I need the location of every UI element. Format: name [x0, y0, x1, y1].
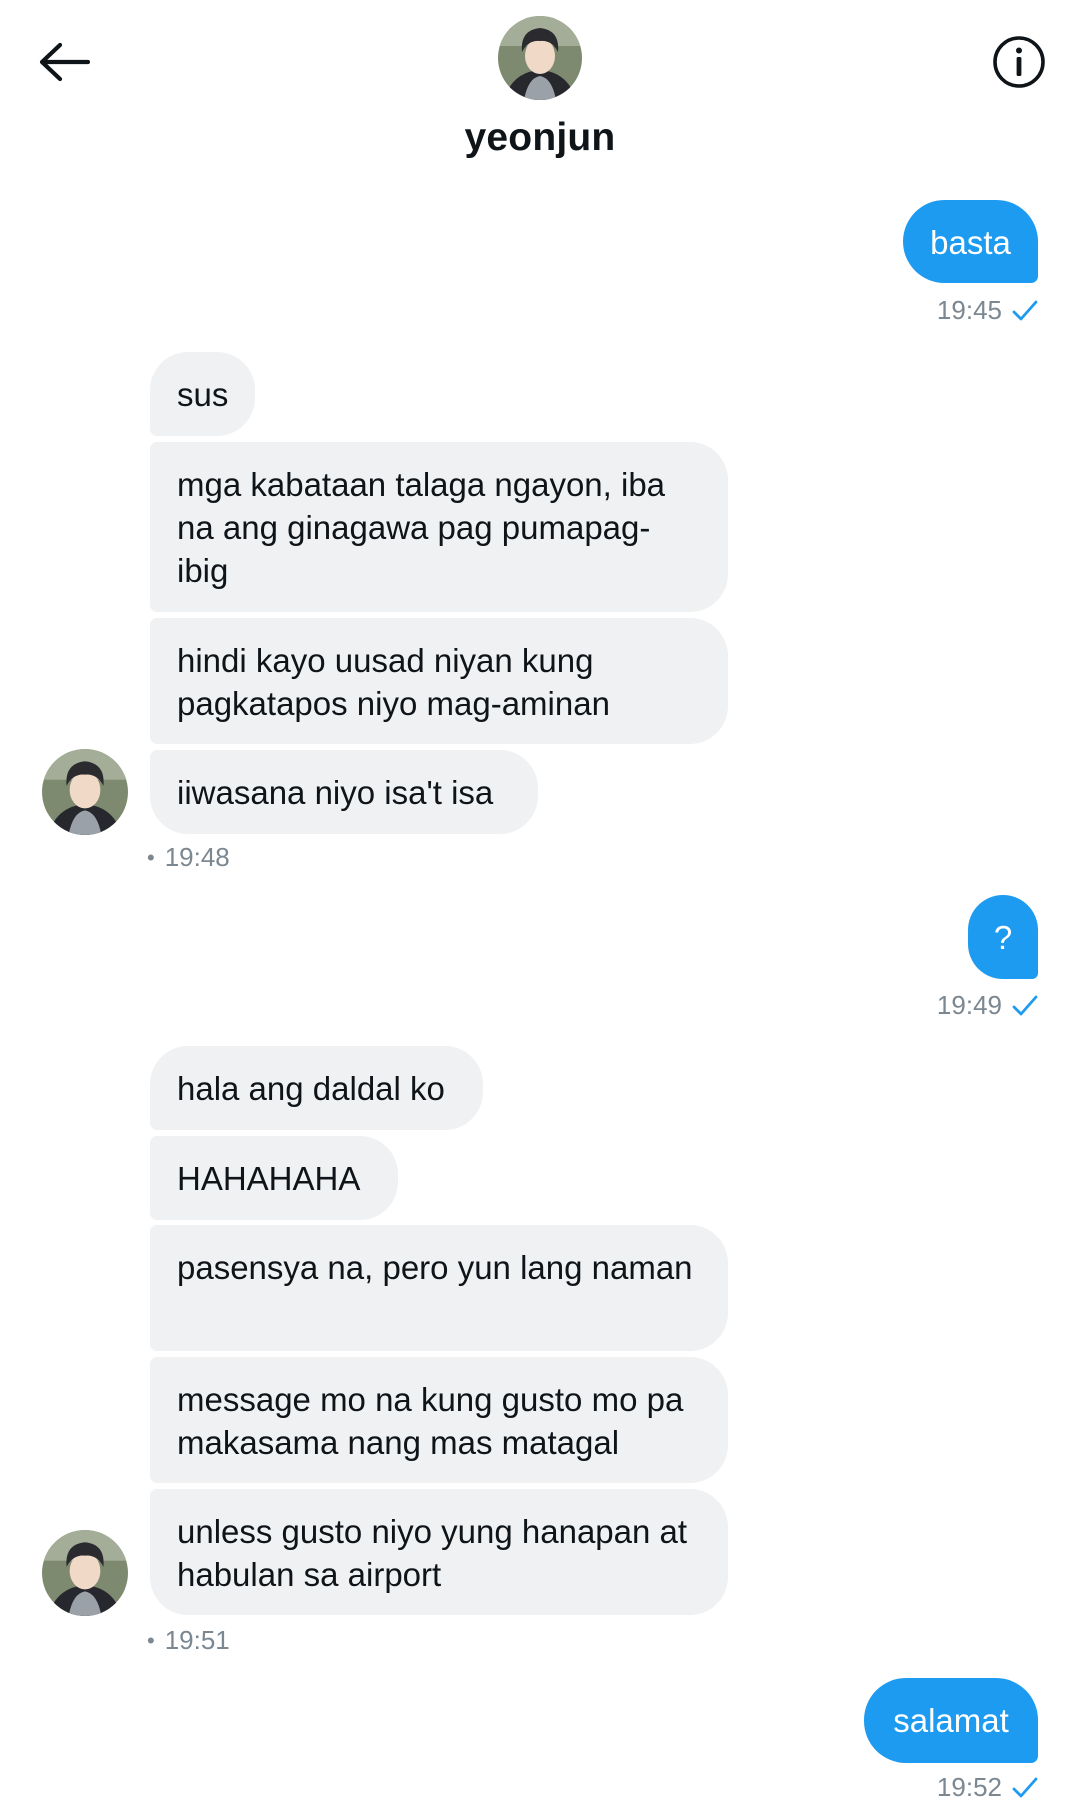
message-timestamp: 19:48 — [164, 842, 230, 872]
incoming-message[interactable]: unless gusto niyo yung hanapan at habula… — [150, 1489, 728, 1615]
message-meta: 19:49 — [937, 990, 1038, 1021]
sent-check-icon — [1012, 300, 1038, 320]
incoming-message[interactable]: message mo na kung gusto mo pa makasama … — [150, 1357, 728, 1483]
incoming-message[interactable]: hindi kayo uusad niyan kung pagkatapos n… — [150, 618, 728, 744]
incoming-message[interactable]: sus — [150, 352, 255, 436]
message-text: iiwasana niyo isa't isa — [177, 774, 494, 811]
message-timestamp: 19:49 — [936, 990, 1002, 1020]
message-meta: • 19:51 — [147, 1625, 230, 1655]
outgoing-message[interactable]: ? — [968, 895, 1038, 979]
message-timestamp: 19:45 — [936, 295, 1002, 325]
sent-check-icon — [1012, 1777, 1038, 1797]
message-thread[interactable]: basta 19:45 sus mga kabataan talaga ngay… — [0, 0, 1080, 1816]
message-text: message mo na kung gusto mo pa makasama … — [177, 1381, 684, 1461]
incoming-message[interactable]: hala ang daldal ko — [150, 1046, 483, 1130]
message-meta: 19:52 — [937, 1772, 1038, 1803]
message-text: salamat — [893, 1702, 1009, 1739]
message-text: hala ang daldal ko — [177, 1070, 445, 1107]
outgoing-message[interactable]: salamat — [864, 1678, 1038, 1763]
message-timestamp: 19:52 — [936, 1772, 1002, 1802]
sender-avatar-image — [42, 1530, 128, 1616]
message-text: ? — [993, 919, 1013, 956]
message-text: sus — [177, 376, 229, 413]
message-meta: 19:45 — [937, 295, 1038, 326]
sender-avatar[interactable] — [42, 749, 128, 835]
message-text: basta — [930, 224, 1011, 261]
message-text: pasensya na, pero yun lang naman — [177, 1249, 693, 1286]
sender-avatar[interactable] — [42, 1530, 128, 1616]
sender-avatar-image — [42, 749, 128, 835]
sent-check-icon — [1012, 995, 1038, 1015]
message-text: hindi kayo uusad niyan kung pagkatapos n… — [177, 642, 610, 722]
outgoing-message[interactable]: basta — [903, 200, 1038, 283]
incoming-message[interactable]: mga kabataan talaga ngayon, iba na ang g… — [150, 442, 728, 612]
message-text: unless gusto niyo yung hanapan at habula… — [177, 1513, 688, 1593]
incoming-message[interactable]: pasensya na, pero yun lang naman — [150, 1225, 728, 1351]
message-meta: • 19:48 — [147, 842, 230, 872]
incoming-message[interactable]: HAHAHAHA — [150, 1136, 398, 1220]
incoming-message[interactable]: iiwasana niyo isa't isa — [150, 750, 538, 834]
message-text: mga kabataan talaga ngayon, iba na ang g… — [177, 466, 666, 589]
message-timestamp: 19:51 — [164, 1625, 230, 1655]
message-text: HAHAHAHA — [177, 1160, 361, 1197]
